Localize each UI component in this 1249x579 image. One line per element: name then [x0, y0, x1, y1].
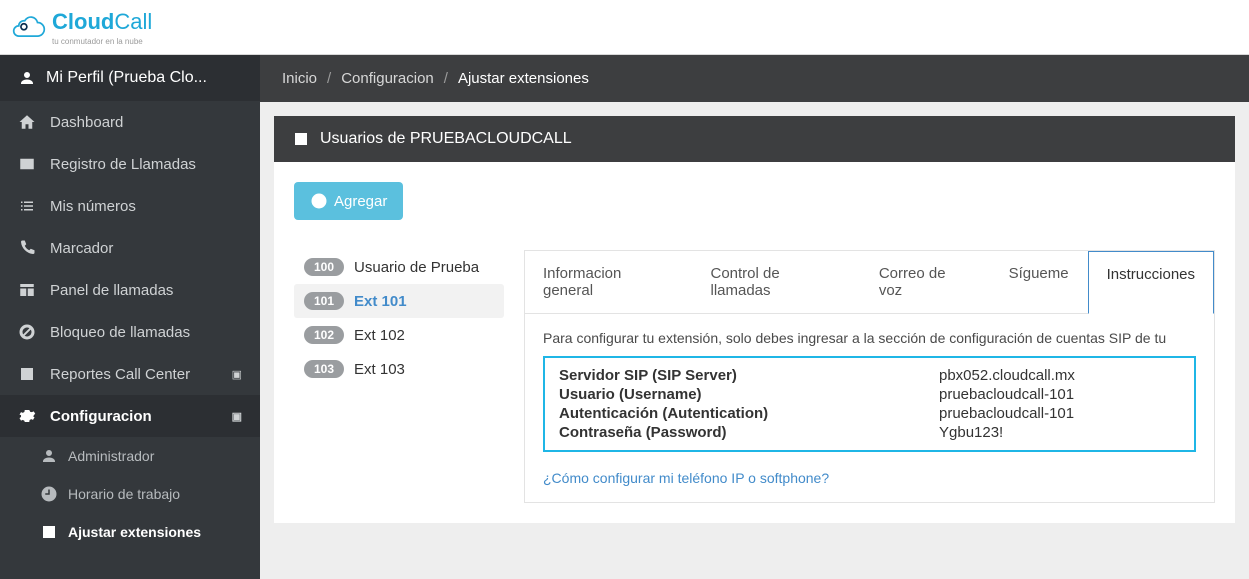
extension-label: Ext 103: [354, 361, 405, 378]
tab-info-general[interactable]: Informacion general: [525, 251, 693, 313]
subnav-label: Ajustar extensiones: [68, 524, 201, 540]
extension-badge: 103: [304, 360, 344, 378]
sidebar-label: Reportes Call Center: [50, 366, 190, 383]
user-icon: [40, 447, 58, 465]
sip-row: Autenticación (Autentication) pruebaclou…: [559, 404, 1180, 423]
extension-item[interactable]: 103 Ext 103: [294, 352, 504, 386]
sidebar-label: Registro de Llamadas: [50, 156, 196, 173]
sidebar-label: Panel de llamadas: [50, 282, 173, 299]
help-link[interactable]: ¿Cómo configurar mi teléfono IP o softph…: [543, 470, 829, 486]
sidebar-label: Mis números: [50, 198, 136, 215]
breadcrumb-inicio[interactable]: Inicio: [282, 70, 317, 87]
panel-title: Usuarios de PRUEBACLOUDCALL: [320, 130, 572, 148]
add-button-label: Agregar: [334, 193, 387, 210]
brand-tagline: tu conmutador en la nube: [52, 37, 152, 46]
expand-icon: ▣: [232, 410, 242, 423]
brand-bar: CloudCall tu conmutador en la nube: [0, 0, 1249, 55]
panel-body: Agregar 100 Usuario de Prueba 101 Ext 10…: [274, 162, 1235, 523]
panel-icon: [18, 281, 36, 299]
sip-credentials-box: Servidor SIP (SIP Server) pbx052.cloudca…: [543, 356, 1196, 452]
list-card-icon: [18, 155, 36, 173]
panel: Usuarios de PRUEBACLOUDCALL Agregar 100 …: [274, 116, 1235, 523]
sip-value: Ygbu123!: [939, 424, 1003, 441]
report-icon: [18, 365, 36, 383]
plus-circle-icon: [310, 192, 328, 210]
breadcrumb: Inicio / Configuracion / Ajustar extensi…: [260, 55, 1249, 102]
sidebar-label: Marcador: [50, 240, 113, 257]
list-icon: [18, 197, 36, 215]
phone-square-icon: [292, 130, 310, 148]
subnav-horario[interactable]: Horario de trabajo: [0, 475, 260, 513]
sip-key: Usuario (Username): [559, 386, 939, 403]
extension-item[interactable]: 100 Usuario de Prueba: [294, 250, 504, 284]
extension-label: Ext 101: [354, 293, 407, 310]
sip-key: Contraseña (Password): [559, 424, 939, 441]
gear-icon: [18, 407, 36, 425]
sidebar-label: Dashboard: [50, 114, 123, 131]
sidebar-item-panel[interactable]: Panel de llamadas: [0, 269, 260, 311]
tab-correo-voz[interactable]: Correo de voz: [861, 251, 991, 313]
sip-key: Servidor SIP (SIP Server): [559, 367, 939, 384]
sip-value: pruebacloudcall-101: [939, 386, 1074, 403]
extension-badge: 100: [304, 258, 344, 276]
breadcrumb-configuracion[interactable]: Configuracion: [341, 70, 434, 87]
panel-header: Usuarios de PRUEBACLOUDCALL: [274, 116, 1235, 162]
sidebar-label: Bloqueo de llamadas: [50, 324, 190, 341]
sip-row: Contraseña (Password) Ygbu123!: [559, 423, 1180, 442]
sip-value: pbx052.cloudcall.mx: [939, 367, 1075, 384]
tab-body: Para configurar tu extensión, solo debes…: [525, 313, 1214, 502]
brand-name: CloudCall: [52, 9, 152, 34]
extension-list: 100 Usuario de Prueba 101 Ext 101 102 Ex…: [294, 250, 504, 503]
sip-row: Usuario (Username) pruebacloudcall-101: [559, 385, 1180, 404]
breadcrumb-current: Ajustar extensiones: [458, 70, 589, 87]
sidebar-label: Configuracion: [50, 408, 152, 425]
sidebar-item-dashboard[interactable]: Dashboard: [0, 101, 260, 143]
sidebar-item-marcador[interactable]: Marcador: [0, 227, 260, 269]
detail-panel: Informacion general Control de llamadas …: [524, 250, 1215, 503]
extension-label: Ext 102: [354, 327, 405, 344]
sidebar-item-numeros[interactable]: Mis números: [0, 185, 260, 227]
tab-instrucciones[interactable]: Instrucciones: [1088, 251, 1214, 314]
sidebar-item-configuracion[interactable]: Configuracion ▣: [0, 395, 260, 437]
extension-label: Usuario de Prueba: [354, 259, 479, 276]
extension-badge: 102: [304, 326, 344, 344]
instructions-intro: Para configurar tu extensión, solo debes…: [543, 330, 1196, 346]
sidebar-item-bloqueo[interactable]: Bloqueo de llamadas: [0, 311, 260, 353]
brand[interactable]: CloudCall tu conmutador en la nube: [12, 9, 152, 46]
expand-icon: ▣: [232, 368, 242, 381]
subnav-label: Horario de trabajo: [68, 486, 180, 502]
extension-badge: 101: [304, 292, 344, 310]
breadcrumb-sep: /: [327, 70, 331, 87]
cloud-logo-icon: [12, 14, 46, 40]
sip-value: pruebacloudcall-101: [939, 405, 1074, 422]
user-icon: [18, 69, 36, 87]
phone-square-icon: [40, 523, 58, 541]
main-content: Inicio / Configuracion / Ajustar extensi…: [260, 55, 1249, 579]
sip-key: Autenticación (Autentication): [559, 405, 939, 422]
subnav-ajustar-extensiones[interactable]: Ajustar extensiones: [0, 513, 260, 551]
sidebar-item-reportes[interactable]: Reportes Call Center ▣: [0, 353, 260, 395]
phone-icon: [18, 239, 36, 257]
sidebar-nav: Dashboard Registro de Llamadas Mis númer…: [0, 101, 260, 437]
profile-label: Mi Perfil (Prueba Clo...: [46, 69, 207, 87]
sip-row: Servidor SIP (SIP Server) pbx052.cloudca…: [559, 366, 1180, 385]
sidebar-subnav: Administrador Horario de trabajo Ajustar…: [0, 437, 260, 551]
sidebar-item-registro[interactable]: Registro de Llamadas: [0, 143, 260, 185]
tab-control-llamadas[interactable]: Control de llamadas: [693, 251, 861, 313]
home-icon: [18, 113, 36, 131]
tab-sigueme[interactable]: Sígueme: [991, 251, 1088, 313]
tabs: Informacion general Control de llamadas …: [525, 251, 1214, 313]
profile-link[interactable]: Mi Perfil (Prueba Clo...: [0, 55, 260, 101]
add-button[interactable]: Agregar: [294, 182, 403, 220]
breadcrumb-sep: /: [444, 70, 448, 87]
sidebar: Mi Perfil (Prueba Clo... Dashboard Regis…: [0, 55, 260, 579]
clock-icon: [40, 485, 58, 503]
subnav-label: Administrador: [68, 448, 154, 464]
subnav-administrador[interactable]: Administrador: [0, 437, 260, 475]
extension-item[interactable]: 101 Ext 101: [294, 284, 504, 318]
extension-item[interactable]: 102 Ext 102: [294, 318, 504, 352]
block-icon: [18, 323, 36, 341]
